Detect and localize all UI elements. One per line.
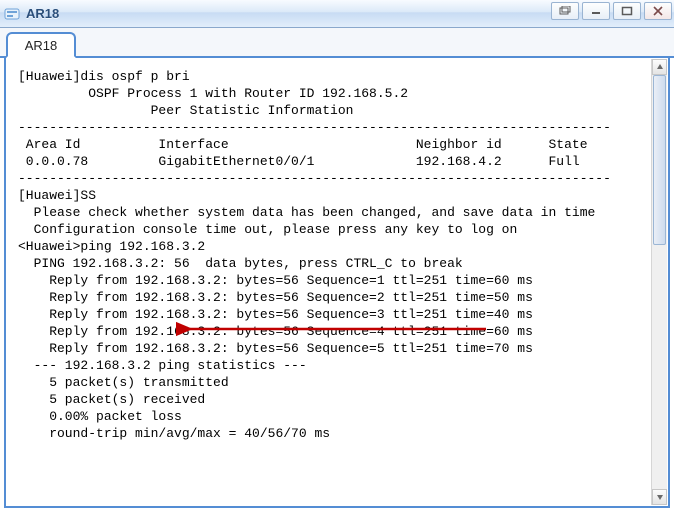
terminal-line: 0.0.0.78 GigabitEthernet0/0/1 192.168.4.… (18, 153, 656, 170)
window-controls (551, 2, 672, 20)
terminal-line: 0.00% packet loss (18, 408, 656, 425)
tab-label: AR18 (25, 38, 58, 53)
terminal-line: Reply from 192.168.3.2: bytes=56 Sequenc… (18, 289, 656, 306)
terminal-line: Peer Statistic Information (18, 102, 656, 119)
tab-ar18[interactable]: AR18 (6, 32, 76, 58)
scroll-down-button[interactable] (652, 489, 667, 505)
terminal-line: Configuration console time out, please p… (18, 221, 656, 238)
title-bar: AR18 (0, 0, 674, 28)
terminal-line: Area Id Interface Neighbor id State (18, 136, 656, 153)
terminal-line: PING 192.168.3.2: 56 data bytes, press C… (18, 255, 656, 272)
terminal-line: --- 192.168.3.2 ping statistics --- (18, 357, 656, 374)
terminal-line: [Huawei]dis ospf p bri (18, 68, 656, 85)
terminal-line: Reply from 192.168.3.2: bytes=56 Sequenc… (18, 306, 656, 323)
window-title: AR18 (26, 6, 59, 21)
terminal-line: Reply from 192.168.3.2: bytes=56 Sequenc… (18, 272, 656, 289)
vertical-scrollbar[interactable] (651, 59, 667, 505)
scroll-up-button[interactable] (652, 59, 667, 75)
restore-button[interactable] (551, 2, 579, 20)
scroll-track[interactable] (652, 75, 667, 489)
terminal-line: Reply from 192.168.3.2: bytes=56 Sequenc… (18, 340, 656, 357)
terminal-line: Please check whether system data has bee… (18, 204, 656, 221)
scroll-thumb[interactable] (653, 75, 666, 245)
terminal-line: round-trip min/avg/max = 40/56/70 ms (18, 425, 656, 442)
minimize-button[interactable] (582, 2, 610, 20)
app-icon (4, 6, 20, 22)
terminal-line: ----------------------------------------… (18, 119, 656, 136)
terminal-line: [Huawei]SS (18, 187, 656, 204)
close-button[interactable] (644, 2, 672, 20)
maximize-button[interactable] (613, 2, 641, 20)
terminal-line: ----------------------------------------… (18, 170, 656, 187)
terminal-line: <Huawei>ping 192.168.3.2 (18, 238, 656, 255)
terminal-line: Reply from 192.168.3.2: bytes=56 Sequenc… (18, 323, 656, 340)
terminal-panel: [Huawei]dis ospf p bri OSPF Process 1 wi… (4, 58, 670, 508)
terminal-output[interactable]: [Huawei]dis ospf p bri OSPF Process 1 wi… (6, 58, 668, 506)
terminal-line: 5 packet(s) transmitted (18, 374, 656, 391)
tab-strip: AR18 (0, 28, 674, 58)
terminal-line: 5 packet(s) received (18, 391, 656, 408)
terminal-line: OSPF Process 1 with Router ID 192.168.5.… (18, 85, 656, 102)
